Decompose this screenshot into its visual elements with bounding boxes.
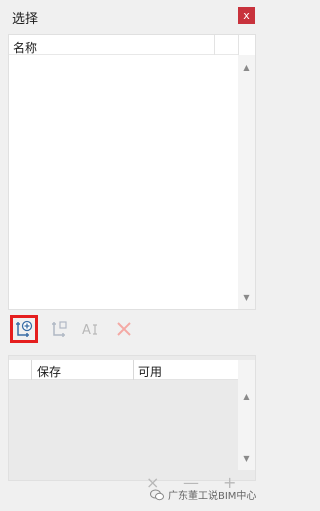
column-divider — [214, 35, 215, 55]
title-bar: 选择 x — [0, 0, 265, 30]
column-enabled-header[interactable]: 可用 — [138, 363, 162, 380]
add-selection-button[interactable] — [10, 315, 38, 343]
window-title: 选择 — [12, 12, 39, 27]
close-button[interactable]: x — [238, 7, 255, 24]
svg-text:A: A — [82, 323, 91, 338]
column-name-header[interactable]: 名称 — [13, 39, 37, 56]
list-header: 名称 — [9, 35, 239, 55]
watermark-text: 广东董工说BIM中心 — [168, 491, 257, 502]
vertical-scrollbar[interactable]: ▲ ▼ — [238, 360, 255, 470]
scroll-down-icon[interactable]: ▼ — [238, 452, 255, 466]
column-divider — [238, 35, 239, 55]
scroll-down-icon[interactable]: ▼ — [238, 291, 255, 305]
table-header: 保存 可用 — [9, 360, 239, 380]
column-save-header[interactable]: 保存 — [37, 363, 61, 380]
watermark: 广东董工说BIM中心 — [150, 487, 256, 502]
column-divider — [133, 360, 134, 380]
edit-selection-icon — [52, 321, 67, 337]
column-divider — [31, 360, 32, 380]
delete-selection-button[interactable] — [110, 315, 138, 343]
rename-selection-icon: A — [82, 323, 97, 338]
delete-selection-icon — [117, 322, 131, 336]
rename-selection-button[interactable]: A — [78, 315, 106, 343]
selection-toolbar: A — [8, 311, 256, 349]
scroll-up-icon[interactable]: ▲ — [238, 61, 255, 75]
scroll-up-icon[interactable]: ▲ — [238, 390, 255, 404]
wechat-icon — [150, 489, 164, 500]
add-selection-icon — [16, 320, 33, 337]
vertical-scrollbar[interactable]: ▲ ▼ — [238, 55, 255, 309]
selection-list[interactable]: 名称 ▲ ▼ — [8, 34, 256, 310]
edit-selection-button[interactable] — [46, 315, 74, 343]
filter-table[interactable]: 保存 可用 ▲ ▼ — [8, 355, 256, 481]
